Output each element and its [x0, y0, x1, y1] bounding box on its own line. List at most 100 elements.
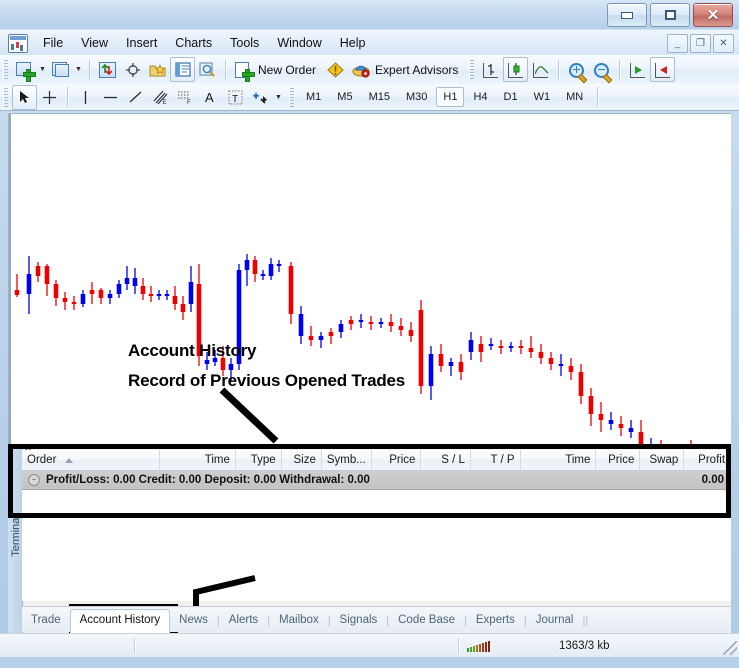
minimize-icon [621, 12, 633, 19]
timeframe-m30[interactable]: M30 [399, 87, 434, 107]
arrows-dropdown-arrow-icon[interactable]: ▼ [273, 86, 284, 108]
title-bar: ✕ [0, 0, 739, 29]
collapse-icon[interactable] [28, 474, 40, 486]
account-history-rows[interactable] [22, 490, 731, 601]
new-chart-button[interactable] [12, 57, 37, 82]
tab-trade[interactable]: Trade [22, 609, 70, 632]
tab-mailbox[interactable]: Mailbox [270, 609, 328, 632]
toolbar-grip[interactable] [469, 60, 474, 79]
data-window-button[interactable] [120, 57, 145, 82]
tab-code-base[interactable]: Code Base [389, 609, 464, 632]
new-order-button[interactable] [231, 57, 256, 82]
timeframe-mn[interactable]: MN [559, 87, 590, 107]
terminal-button[interactable] [170, 57, 195, 82]
tab-signals[interactable]: Signals [331, 609, 387, 632]
timeframe-h1[interactable]: H1 [436, 87, 464, 107]
strategy-tester-button[interactable] [195, 57, 220, 82]
column-header-price[interactable]: Price [372, 450, 422, 470]
column-header-swap[interactable]: Swap [640, 450, 684, 470]
account-history-summary-row[interactable]: Profit/Loss: 0.00 Credit: 0.00 Deposit: … [22, 471, 731, 490]
signal-bars-icon[interactable] [467, 640, 490, 652]
column-header-label: Price [608, 454, 634, 466]
timeframe-h4[interactable]: H4 [466, 87, 494, 107]
menu-item-file[interactable]: File [34, 33, 72, 53]
text-box-button[interactable]: T [223, 85, 248, 110]
market-watch-button[interactable] [95, 57, 120, 82]
new-order-label[interactable]: New Order [258, 63, 316, 77]
mdi-window-controls: _ ❐ ✕ [667, 34, 734, 53]
vertical-line-button[interactable] [73, 85, 98, 110]
timeframe-m5[interactable]: M5 [330, 87, 359, 107]
menu-item-help[interactable]: Help [331, 33, 375, 53]
candlestick-chart-button[interactable] [503, 57, 528, 82]
minimize-button[interactable] [607, 3, 647, 27]
profiles-dropdown-arrow-icon[interactable]: ▼ [73, 59, 84, 81]
toolbar-grip[interactable] [289, 88, 294, 107]
metatrader-window: ✕ File View Insert Charts Tools Window H… [0, 0, 739, 668]
zoom-in-button[interactable] [564, 57, 589, 82]
mdi-minimize-button[interactable]: _ [667, 34, 688, 53]
alert-diamond-icon [327, 62, 344, 78]
expert-advisors-label[interactable]: Expert Advisors [375, 63, 458, 77]
tab-alerts[interactable]: Alerts [220, 609, 267, 632]
resize-grip-icon[interactable] [723, 641, 737, 655]
zoom-in-icon [568, 62, 585, 78]
mdi-restore-button[interactable]: ❐ [690, 34, 711, 53]
column-header-type[interactable]: Type [236, 450, 282, 470]
equidistant-channel-button[interactable]: E [148, 85, 173, 110]
menu-item-insert[interactable]: Insert [117, 33, 166, 53]
alerts-button[interactable] [323, 57, 348, 82]
column-header-symb[interactable]: Symb... [322, 450, 372, 470]
crosshair-button[interactable] [37, 85, 62, 110]
column-header-time[interactable]: Time [160, 450, 236, 470]
terminal-side-tab[interactable]: Terminal [8, 446, 23, 642]
bar-chart-button[interactable] [478, 57, 503, 82]
toolbar-grip[interactable] [3, 60, 8, 79]
svg-text:E: E [163, 100, 167, 105]
tab-account-history[interactable]: Account History [70, 609, 171, 633]
column-header-profit[interactable]: Profit [684, 450, 731, 470]
column-header-t-p[interactable]: T / P [471, 450, 521, 470]
zoom-out-button[interactable] [589, 57, 614, 82]
column-header-s-l[interactable]: S / L [421, 450, 471, 470]
timeframe-d1[interactable]: D1 [497, 87, 525, 107]
mdi-close-button[interactable]: ✕ [713, 34, 734, 53]
column-header-order[interactable]: Order [22, 450, 160, 470]
toolbar-separator [558, 60, 559, 80]
column-header-price[interactable]: Price [596, 450, 640, 470]
maximize-button[interactable] [650, 3, 690, 27]
tab-journal[interactable]: Journal [527, 609, 583, 632]
menu-item-view[interactable]: View [72, 33, 117, 53]
new-chart-dropdown-arrow-icon[interactable]: ▼ [37, 59, 48, 81]
tab-experts[interactable]: Experts [467, 609, 524, 632]
menu-item-tools[interactable]: Tools [221, 33, 268, 53]
chart-shift-button[interactable] [650, 57, 675, 82]
expert-advisors-button[interactable] [348, 57, 373, 82]
timeframe-m15[interactable]: M15 [362, 87, 397, 107]
arrows-button[interactable] [248, 85, 273, 110]
new-order-icon [235, 62, 252, 78]
line-chart-button[interactable] [528, 57, 553, 82]
text-label-button[interactable]: A [198, 85, 223, 110]
cursor-button[interactable] [12, 85, 37, 110]
price-chart[interactable] [8, 113, 731, 446]
maximize-icon [665, 10, 676, 20]
menu-item-charts[interactable]: Charts [166, 33, 221, 53]
column-header-size[interactable]: Size [282, 450, 322, 470]
timeframe-m1[interactable]: M1 [299, 87, 328, 107]
tab-news[interactable]: News [170, 609, 217, 632]
menu-item-window[interactable]: Window [268, 33, 330, 53]
column-header-label: Size [293, 454, 315, 466]
profiles-button[interactable] [48, 57, 73, 82]
toolbar-grip[interactable] [3, 88, 8, 107]
column-header-label: Time [565, 454, 590, 466]
trendline-button[interactable] [123, 85, 148, 110]
fibonacci-retracement-button[interactable]: F [173, 85, 198, 110]
timeframe-w1[interactable]: W1 [527, 87, 558, 107]
column-header-time[interactable]: Time [521, 450, 597, 470]
close-button[interactable]: ✕ [693, 3, 733, 27]
navigator-button[interactable] [145, 57, 170, 82]
auto-scroll-button[interactable] [625, 57, 650, 82]
svg-text:A: A [205, 90, 214, 104]
horizontal-line-button[interactable] [98, 85, 123, 110]
